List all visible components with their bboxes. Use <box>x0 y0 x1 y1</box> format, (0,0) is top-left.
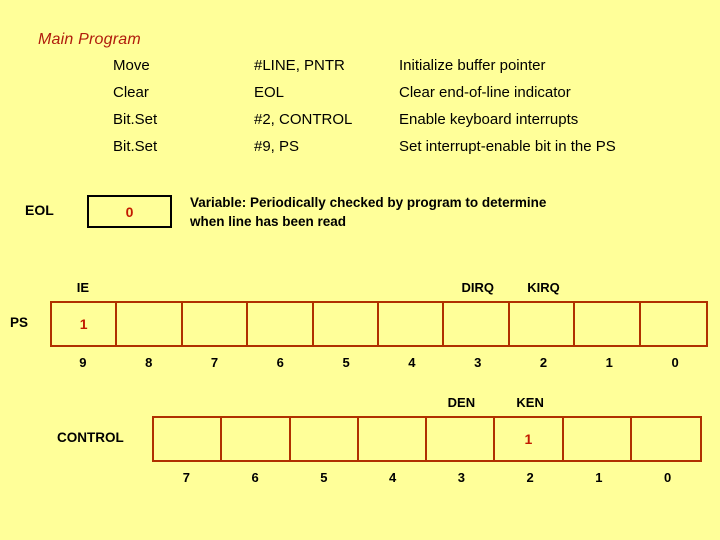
ps-bit-label-6: 6 <box>276 355 284 370</box>
control-cell-bit-4 <box>359 418 427 460</box>
ps-register-cells: 1 <box>50 301 708 347</box>
control-bit-label-2: 2 <box>526 470 534 485</box>
control-bit-label-3: 3 <box>457 470 465 485</box>
control-bit-label-7: 7 <box>182 470 190 485</box>
code-comment: Enable keyboard interrupts <box>399 111 579 128</box>
control-cell-bit-2: 1 <box>495 418 564 460</box>
control-bit-label-1: 1 <box>595 470 603 485</box>
code-mnemonic: Bit.Set <box>113 111 158 128</box>
code-mnemonic: Move <box>113 57 150 74</box>
ps-cell-bit-6 <box>248 303 314 345</box>
control-flag-den: DEN <box>447 395 476 410</box>
code-operand: EOL <box>254 84 285 101</box>
control-bit-label-6: 6 <box>251 470 259 485</box>
ps-bit-label-1: 1 <box>605 355 613 370</box>
ps-cell-bit-1 <box>575 303 641 345</box>
control-bit-label-4: 4 <box>389 470 397 485</box>
code-row: Clear EOL Clear end-of-line indicator <box>0 83 720 110</box>
ps-bit-label-4: 4 <box>408 355 416 370</box>
program-listing: Move #LINE, PNTR Initialize buffer point… <box>0 56 720 164</box>
ps-cell-bit-5 <box>314 303 380 345</box>
ps-value-bit-9: 1 <box>79 316 88 332</box>
control-register-cells: 1 <box>152 416 702 462</box>
ps-flag-kirq: KIRQ <box>527 280 560 295</box>
eol-value-box: 0 <box>87 195 172 228</box>
code-operand: #9, PS <box>254 138 300 155</box>
control-bit-label-0: 0 <box>664 470 672 485</box>
slide-canvas: Main Program Move #LINE, PNTR Initialize… <box>0 0 720 540</box>
ps-flag-dirq: DIRQ <box>461 280 494 295</box>
ps-cell-bit-3 <box>444 303 510 345</box>
ps-cell-bit-7 <box>183 303 249 345</box>
code-mnemonic: Bit.Set <box>113 138 158 155</box>
control-cell-bit-1 <box>564 418 632 460</box>
control-bit-label-5: 5 <box>320 470 328 485</box>
ps-bit-label-7: 7 <box>210 355 219 370</box>
ps-register-block: PS 1 9 8 7 6 5 4 3 2 1 0 IE DIRQ KIRQ <box>0 275 720 375</box>
code-operand: #LINE, PNTR <box>254 57 345 74</box>
ps-bit-label-2: 2 <box>539 355 548 370</box>
ps-bit-label-5: 5 <box>342 355 350 370</box>
ps-cell-bit-8 <box>117 303 183 345</box>
ps-cell-bit-4 <box>379 303 445 345</box>
control-value-bit-2: 1 <box>524 431 533 447</box>
ps-flag-ie: IE <box>76 280 90 295</box>
eol-value: 0 <box>125 204 134 220</box>
control-cell-bit-3 <box>427 418 496 460</box>
code-row: Bit.Set #2, CONTROL Enable keyboard inte… <box>0 110 720 137</box>
eol-label: EOL <box>25 202 54 218</box>
ps-cell-bit-0 <box>641 303 706 345</box>
code-comment: Clear end-of-line indicator <box>399 84 571 101</box>
ps-bit-label-3: 3 <box>474 355 482 370</box>
control-cell-bit-0 <box>632 418 700 460</box>
control-register-label: CONTROL <box>57 430 124 445</box>
ps-cell-bit-9: 1 <box>52 303 118 345</box>
control-register-block: CONTROL 1 7 6 5 4 3 2 1 0 DEN KEN <box>0 390 720 490</box>
ps-bit-label-8: 8 <box>145 355 153 370</box>
code-comment: Initialize buffer pointer <box>399 57 546 74</box>
control-cell-bit-6 <box>222 418 291 460</box>
page-title: Main Program <box>38 31 141 48</box>
control-flag-ken: KEN <box>516 395 544 410</box>
code-mnemonic: Clear <box>113 84 149 101</box>
code-operand: #2, CONTROL <box>254 111 353 128</box>
code-row: Move #LINE, PNTR Initialize buffer point… <box>0 56 720 83</box>
ps-bit-label-0: 0 <box>671 355 679 370</box>
ps-cell-bit-2 <box>510 303 576 345</box>
eol-note-line-1: Variable: Periodically checked by progra… <box>190 195 547 210</box>
eol-note: Variable: Periodically checked by progra… <box>190 193 650 231</box>
code-comment: Set interrupt-enable bit in the PS <box>399 138 616 155</box>
ps-register-label: PS <box>10 315 29 330</box>
eol-variable-block: EOL 0 Variable: Periodically checked by … <box>0 193 720 239</box>
control-cell-bit-7 <box>154 418 223 460</box>
code-row: Bit.Set #9, PS Set interrupt-enable bit … <box>0 137 720 164</box>
eol-note-line-2: when line has been read <box>190 214 347 229</box>
control-cell-bit-5 <box>291 418 359 460</box>
ps-bit-label-9: 9 <box>79 355 87 370</box>
